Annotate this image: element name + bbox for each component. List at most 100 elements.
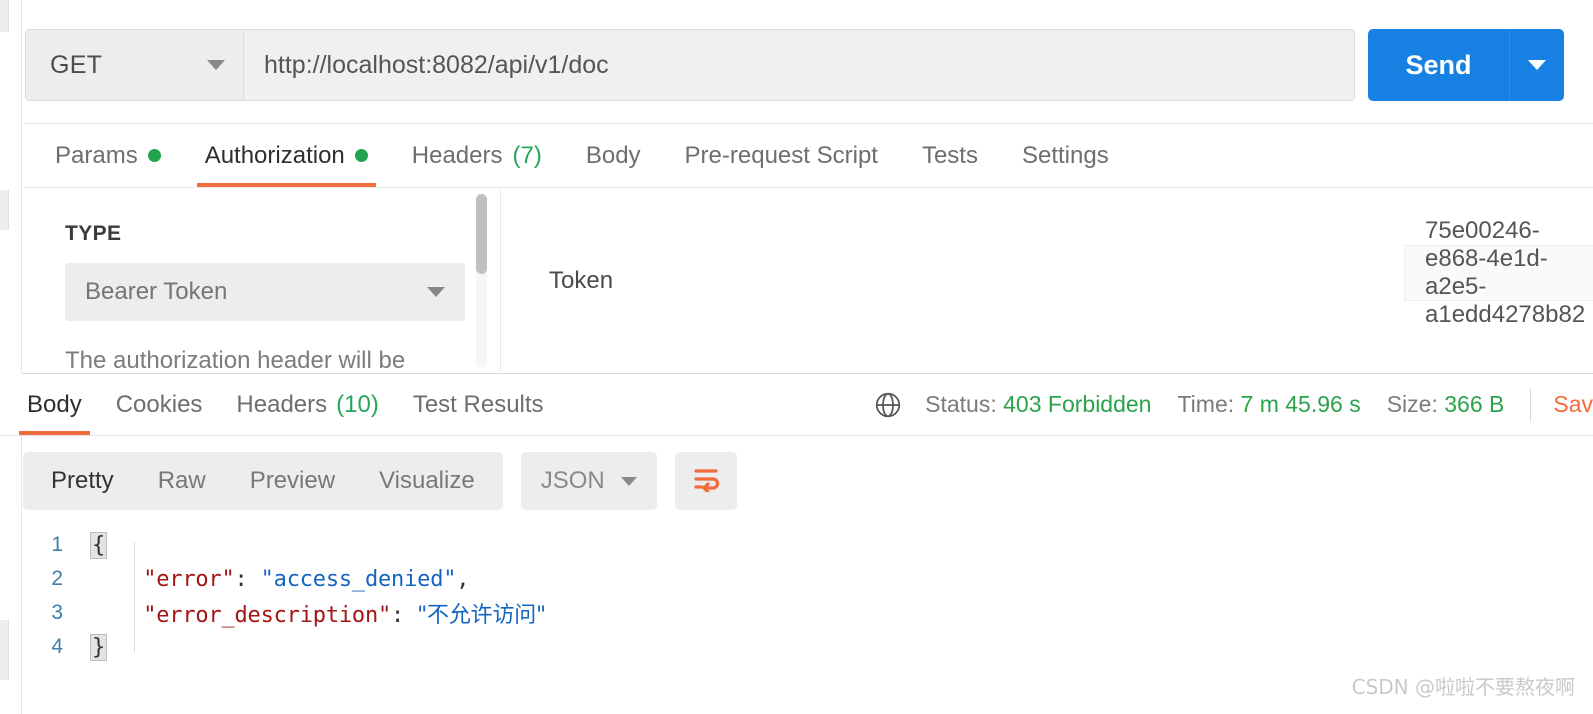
response-header: Body Cookies Headers (10) Test Results S… (0, 374, 1593, 436)
body-format-value: JSON (540, 467, 605, 494)
scrollbar-thumb[interactable] (476, 194, 487, 274)
tab-params[interactable]: Params (33, 124, 183, 187)
auth-type-pane: TYPE Bearer Token The authorization head… (23, 188, 501, 374)
response-size-item: Size: 366 B (1387, 391, 1505, 418)
response-tab-body-label: Body (27, 390, 82, 418)
code-line: 1 { (23, 528, 1593, 562)
tab-settings[interactable]: Settings (1000, 124, 1131, 187)
chevron-down-icon (620, 476, 637, 486)
sidebar-stub-top (0, 0, 9, 32)
response-tab-cookies[interactable]: Cookies (99, 374, 220, 435)
code-line: 3 "error_description": "不允许访问" (23, 596, 1593, 630)
json-separator: : (234, 566, 261, 592)
response-tab-headers[interactable]: Headers (10) (219, 374, 395, 435)
send-button[interactable]: Send (1368, 29, 1510, 101)
response-tab-headers-count: (10) (336, 390, 379, 418)
json-key: "error_description" (143, 603, 392, 628)
sidebar-edge-gutter (0, 0, 22, 714)
request-bar: GET http://localhost:8082/api/v1/doc Sen… (23, 0, 1593, 124)
method-selector[interactable]: GET (26, 30, 244, 100)
code-content: "error": "access_denied", (91, 567, 469, 592)
tab-pre-request-script[interactable]: Pre-request Script (663, 124, 900, 187)
response-format-toolbar: Pretty Raw Preview Visualize JSON (23, 452, 737, 510)
response-tab-body[interactable]: Body (10, 374, 99, 435)
auth-type-select[interactable]: Bearer Token (65, 263, 465, 321)
auth-type-label: TYPE (65, 222, 122, 245)
tab-body-label: Body (585, 141, 641, 169)
send-button-group: Send (1368, 29, 1564, 101)
send-options-button[interactable] (1510, 29, 1564, 101)
tab-headers-count: (7) (512, 141, 542, 169)
code-content: { (89, 531, 108, 559)
watermark: CSDN @啦啦不要熬夜啊 (1351, 675, 1575, 699)
size-value: 366 B (1444, 391, 1505, 417)
tab-headers[interactable]: Headers (7) (390, 124, 564, 187)
code-line: 2 "error": "access_denied", (23, 562, 1593, 596)
auth-type-value: Bearer Token (85, 278, 228, 305)
response-tab-cookies-label: Cookies (115, 390, 203, 418)
tab-pre-request-script-label: Pre-request Script (684, 141, 878, 169)
view-mode-preview[interactable]: Preview (228, 452, 357, 510)
auth-help-text: The authorization header will be (65, 347, 406, 374)
tab-tests[interactable]: Tests (900, 124, 1000, 187)
status-divider (1530, 387, 1532, 422)
json-value: "access_denied" (260, 566, 457, 592)
close-brace: } (89, 633, 108, 661)
time-value: 7 m 45.96 s (1240, 391, 1361, 417)
tab-authorization-label: Authorization (204, 141, 345, 169)
word-wrap-icon (691, 466, 721, 497)
chevron-down-icon (427, 287, 445, 297)
auth-pane-scrollbar[interactable] (476, 194, 487, 368)
globe-icon[interactable] (873, 390, 903, 420)
line-number: 2 (51, 567, 63, 590)
authorization-panel: TYPE Bearer Token The authorization head… (23, 188, 1593, 374)
word-wrap-button[interactable] (674, 452, 737, 510)
sidebar-stub-bottom (0, 620, 9, 680)
json-separator: : (391, 603, 418, 628)
method-label: GET (50, 50, 103, 79)
token-label: Token (549, 266, 614, 294)
view-mode-group: Pretty Raw Preview Visualize (23, 452, 503, 510)
line-number: 1 (51, 533, 63, 556)
body-format-select[interactable]: JSON (520, 452, 657, 510)
size-label: Size: (1386, 391, 1438, 417)
status-code-item: Status: 403 Forbidden (925, 391, 1151, 418)
response-tab-headers-label: Headers (236, 390, 328, 418)
json-key: "error" (143, 566, 235, 592)
chevron-down-icon (207, 60, 225, 70)
response-tab-test-results-label: Test Results (412, 390, 544, 418)
view-mode-raw[interactable]: Raw (136, 452, 228, 510)
tab-authorization[interactable]: Authorization (183, 124, 390, 187)
status-label: Status: (925, 391, 997, 417)
chevron-down-icon (1528, 60, 1546, 70)
save-response-button[interactable]: Sav (1553, 391, 1593, 418)
token-input[interactable]: 75e00246-e868-4e1d-a2e5-a1edd4278b82 (1404, 217, 1593, 328)
modified-dot-icon (147, 149, 161, 162)
line-number: 4 (51, 635, 63, 658)
json-comma: , (456, 566, 470, 592)
status-value: 403 Forbidden (1003, 391, 1152, 417)
response-status-strip: Status: 403 Forbidden Time: 7 m 45.96 s … (873, 374, 1593, 435)
tab-tests-label: Tests (921, 141, 978, 169)
code-content: "error_description": "不允许访问" (91, 597, 546, 629)
view-mode-pretty[interactable]: Pretty (29, 452, 136, 510)
tab-headers-label: Headers (411, 141, 503, 169)
json-value: "不允许访问" (417, 603, 546, 628)
open-brace: { (89, 531, 108, 559)
tab-body[interactable]: Body (564, 124, 663, 187)
response-tabs: Body Cookies Headers (10) Test Results (0, 374, 561, 435)
auth-token-pane: Token 75e00246-e868-4e1d-a2e5-a1edd4278b… (501, 188, 1593, 373)
response-time-item: Time: 7 m 45.96 s (1177, 391, 1360, 418)
tab-settings-label: Settings (1021, 141, 1109, 169)
postman-request-response-view: GET http://localhost:8082/api/v1/doc Sen… (0, 0, 1593, 714)
sidebar-stub-middle (0, 190, 9, 230)
tab-params-label: Params (55, 141, 138, 169)
code-content: } (89, 633, 108, 661)
url-input[interactable]: http://localhost:8082/api/v1/doc (244, 30, 1354, 100)
time-label: Time: (1177, 391, 1235, 417)
modified-dot-icon (354, 149, 368, 162)
url-group: GET http://localhost:8082/api/v1/doc (25, 29, 1355, 101)
editor-fold-guide (134, 542, 135, 652)
view-mode-visualize[interactable]: Visualize (357, 452, 497, 510)
response-tab-test-results[interactable]: Test Results (396, 374, 561, 435)
